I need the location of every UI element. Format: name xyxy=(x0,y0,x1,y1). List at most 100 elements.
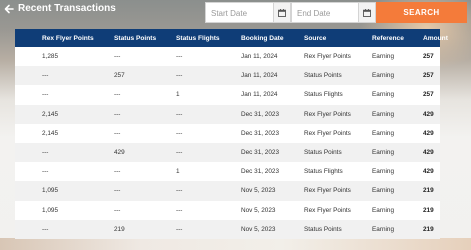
cell-status-points: 219 xyxy=(114,225,125,233)
back-button[interactable]: Recent Transactions xyxy=(4,3,116,14)
cell-booking-date: Dec 31, 2023 xyxy=(241,110,280,118)
transactions-header: Recent Transactions Start Date End Date … xyxy=(0,0,471,25)
table-row: --- 429 --- Dec 31, 2023 Status Points E… xyxy=(15,142,440,163)
cell-status-flights: 1 xyxy=(176,168,180,176)
cell-status-points: --- xyxy=(114,110,121,118)
cell-rex-flyer-points: 2,145 xyxy=(42,110,58,118)
cell-booking-date: Dec 31, 2023 xyxy=(241,129,280,137)
cell-reference: Earning xyxy=(372,225,395,233)
cell-source: Rex Flyer Points xyxy=(304,206,351,214)
cell-source: Status Points xyxy=(304,225,342,233)
arrow-left-icon xyxy=(4,4,14,13)
cell-amount: 429 xyxy=(423,129,434,137)
page-title: Recent Transactions xyxy=(18,3,116,14)
cell-source: Status Flights xyxy=(304,168,343,176)
cell-amount: 219 xyxy=(423,225,434,233)
cell-status-flights: 1 xyxy=(176,91,180,99)
cell-status-points: 257 xyxy=(114,72,125,80)
column-header[interactable]: Reference xyxy=(372,29,423,47)
search-button[interactable]: SEARCH xyxy=(376,2,467,23)
cell-amount: 219 xyxy=(423,187,434,195)
cell-amount: 219 xyxy=(423,206,434,214)
cell-reference: Earning xyxy=(372,129,395,137)
cell-status-flights: --- xyxy=(176,225,183,233)
cell-status-flights: --- xyxy=(176,206,183,214)
cell-amount: 429 xyxy=(423,149,434,157)
cell-booking-date: Nov 5, 2023 xyxy=(241,206,276,214)
cell-booking-date: Dec 31, 2023 xyxy=(241,168,280,176)
cell-reference: Earning xyxy=(372,91,395,99)
cell-rex-flyer-points: --- xyxy=(42,91,49,99)
column-header[interactable]: Status Points xyxy=(114,29,176,47)
table-row: 2,145 --- --- Dec 31, 2023 Rex Flyer Poi… xyxy=(15,104,440,124)
cell-booking-date: Jan 11, 2024 xyxy=(241,53,278,61)
cell-amount: 429 xyxy=(423,168,434,176)
cell-booking-date: Jan 11, 2024 xyxy=(241,72,278,80)
cell-status-points: 429 xyxy=(114,149,125,157)
table-row: --- 257 --- Jan 11, 2024 Status Points E… xyxy=(15,66,440,86)
column-header[interactable]: Booking Date xyxy=(241,29,304,47)
cell-source: Status Points xyxy=(304,149,342,157)
column-header[interactable]: Rex Flyer Points xyxy=(15,29,114,47)
cell-source: Rex Flyer Points xyxy=(304,187,351,195)
cell-source: Status Flights xyxy=(304,91,343,99)
cell-rex-flyer-points: --- xyxy=(42,168,49,176)
cell-reference: Earning xyxy=(372,110,395,118)
cell-source: Rex Flyer Points xyxy=(304,53,351,61)
cell-reference: Earning xyxy=(372,149,395,157)
cell-source: Status Points xyxy=(304,72,342,80)
calendar-icon[interactable] xyxy=(273,3,290,22)
cell-amount: 257 xyxy=(423,72,434,80)
column-header[interactable]: Status Flights xyxy=(176,29,241,47)
cell-reference: Earning xyxy=(372,53,395,61)
table-row: 2,145 --- --- Dec 31, 2023 Rex Flyer Poi… xyxy=(15,123,440,143)
calendar-icon[interactable] xyxy=(358,3,375,22)
cell-status-flights: --- xyxy=(176,110,183,118)
cell-booking-date: Nov 5, 2023 xyxy=(241,225,276,233)
cell-rex-flyer-points: --- xyxy=(42,72,49,80)
cell-reference: Earning xyxy=(372,72,395,80)
column-header[interactable]: Source xyxy=(304,29,372,47)
cell-reference: Earning xyxy=(372,168,395,176)
cell-reference: Earning xyxy=(372,206,395,214)
cell-booking-date: Jan 11, 2024 xyxy=(241,91,278,99)
table-row: --- --- 1 Dec 31, 2023 Status Flights Ea… xyxy=(15,162,440,182)
background-footer-strip xyxy=(0,238,471,250)
cell-source: Rex Flyer Points xyxy=(304,110,351,118)
cell-reference: Earning xyxy=(372,187,395,195)
cell-status-points: --- xyxy=(114,129,121,137)
cell-rex-flyer-points: --- xyxy=(42,149,49,157)
cell-status-points: --- xyxy=(114,53,121,61)
cell-status-points: --- xyxy=(114,91,121,99)
table-row: 1,095 --- --- Nov 5, 2023 Rex Flyer Poin… xyxy=(15,181,440,201)
cell-status-points: --- xyxy=(114,187,121,195)
cell-status-flights: --- xyxy=(176,53,183,61)
end-date-field[interactable]: End Date xyxy=(291,2,376,23)
table-header-row: Rex Flyer Points Status Points Status Fl… xyxy=(15,29,448,47)
cell-status-points: --- xyxy=(114,168,121,176)
table-row: --- --- 1 Jan 11, 2024 Status Flights Ea… xyxy=(15,85,440,105)
transactions-table: Rex Flyer Points Status Points Status Fl… xyxy=(15,29,448,239)
cell-booking-date: Dec 31, 2023 xyxy=(241,149,280,157)
cell-rex-flyer-points: 1,095 xyxy=(42,187,58,195)
end-date-placeholder: End Date xyxy=(297,9,331,18)
cell-rex-flyer-points: --- xyxy=(42,225,49,233)
table-row: 1,095 --- --- Nov 5, 2023 Rex Flyer Poin… xyxy=(15,200,440,220)
cell-source: Rex Flyer Points xyxy=(304,129,351,137)
cell-status-flights: --- xyxy=(176,72,183,80)
cell-rex-flyer-points: 1,285 xyxy=(42,53,58,61)
cell-status-flights: --- xyxy=(176,149,183,157)
cell-status-flights: --- xyxy=(176,187,183,195)
table-row: --- 219 --- Nov 5, 2023 Status Points Ea… xyxy=(15,219,440,239)
table-row: 1,285 --- --- Jan 11, 2024 Rex Flyer Poi… xyxy=(15,47,440,67)
cell-rex-flyer-points: 2,145 xyxy=(42,129,58,137)
cell-booking-date: Nov 5, 2023 xyxy=(241,187,276,195)
cell-status-points: --- xyxy=(114,206,121,214)
cell-amount: 257 xyxy=(423,91,434,99)
cell-amount: 429 xyxy=(423,110,434,118)
cell-amount: 257 xyxy=(423,53,434,61)
cell-rex-flyer-points: 1,095 xyxy=(42,206,58,214)
start-date-placeholder: Start Date xyxy=(211,9,248,18)
column-header[interactable]: Amount xyxy=(423,29,448,47)
start-date-field[interactable]: Start Date xyxy=(205,2,291,23)
